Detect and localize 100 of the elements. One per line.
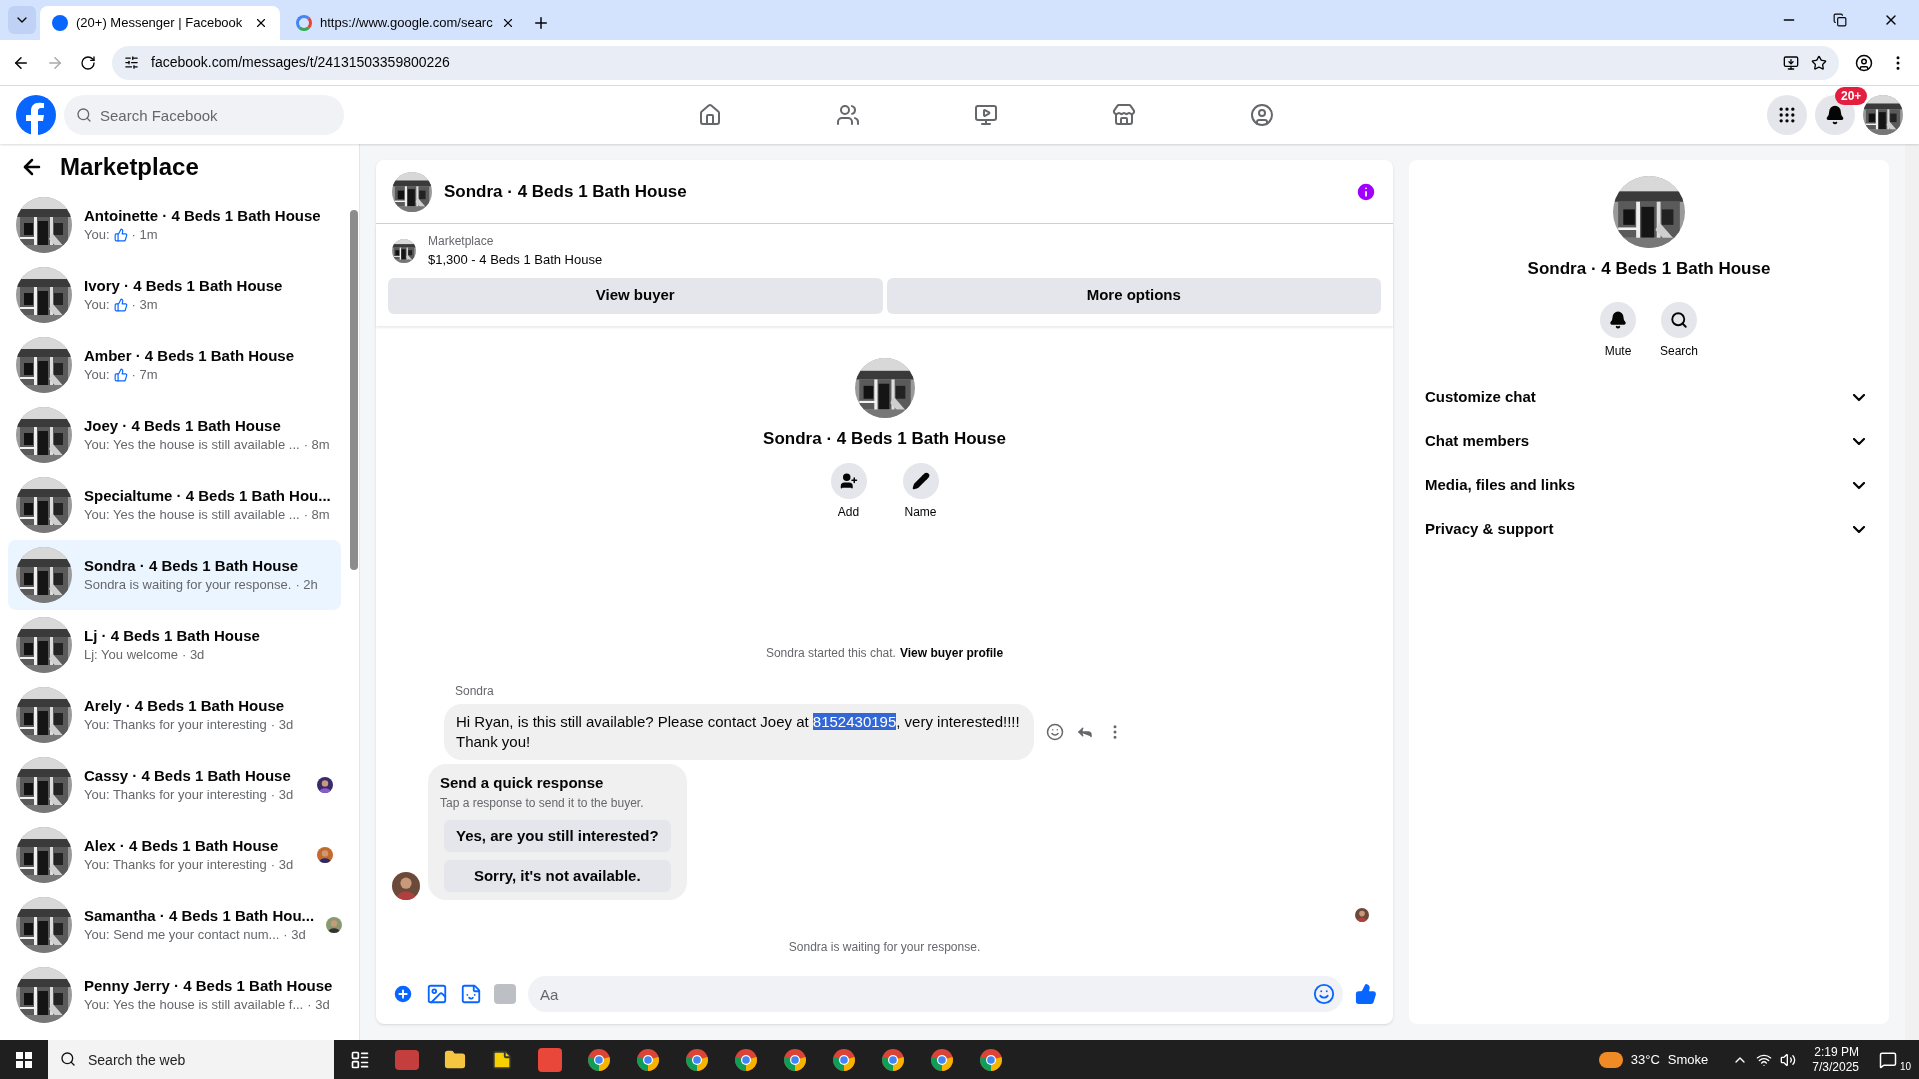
message-preview: You:	[84, 226, 110, 244]
message-time: · 3d	[283, 926, 306, 944]
restore-icon[interactable]	[1833, 13, 1847, 27]
emoji-icon[interactable]	[1313, 983, 1335, 1005]
search-icon	[76, 107, 92, 123]
listing-label: Marketplace	[428, 233, 495, 250]
page-scrollbar[interactable]	[1905, 144, 1919, 1040]
mute-button[interactable]	[1600, 301, 1636, 338]
message-preview: Lj: You welcome	[84, 646, 178, 664]
notification-count: 10	[1899, 1060, 1911, 1072]
listing-action-button[interactable]: More options	[886, 277, 1381, 314]
conversation-name: Penny Jerry · 4 Beds 1 Bath House	[84, 976, 333, 996]
folder-icon[interactable]	[444, 1048, 466, 1071]
taskbar-search-field[interactable]: Search the web	[48, 1040, 334, 1079]
details-name: Sondra · 4 Beds 1 Bath House	[1527, 258, 1771, 280]
add-button[interactable]	[830, 463, 867, 499]
account-button[interactable]	[1863, 95, 1903, 135]
bookmark-icon[interactable]	[1811, 54, 1827, 71]
chrome-icon[interactable]	[979, 1047, 1003, 1072]
message-time: · 7m	[131, 366, 158, 384]
browser-tab[interactable]: (20+) Messenger | Facebook	[40, 6, 280, 40]
chrome-icon[interactable]	[587, 1047, 611, 1072]
message-preview: You: Thanks for your interesting	[84, 856, 267, 874]
store-icon	[1111, 103, 1136, 127]
name-button[interactable]	[902, 463, 939, 499]
address-bar[interactable]: facebook.com/messages/t/24131503359800226	[112, 45, 1839, 80]
details-section-header[interactable]: Customize chat	[1425, 375, 1873, 420]
search-field[interactable]: Search Facebook	[64, 95, 344, 135]
facebook-logo[interactable]	[16, 95, 56, 135]
chrome-icon[interactable]	[734, 1047, 758, 1072]
message-preview: You: Yes the house is still available ...	[84, 436, 300, 454]
message-time: · 3d	[270, 856, 294, 874]
like-icon[interactable]	[1355, 983, 1377, 1005]
details-section-header[interactable]: Privacy & support	[1425, 507, 1873, 552]
chat-title: Sondra · 4 Beds 1 Bath House	[444, 180, 688, 203]
google-icon	[296, 15, 312, 31]
bell-icon	[1609, 310, 1627, 329]
info-icon[interactable]	[1355, 180, 1377, 203]
url-text: facebook.com/messages/t/24131503359800226	[151, 53, 451, 72]
bell-icon	[1825, 105, 1845, 125]
volume-icon[interactable]	[1780, 1051, 1797, 1068]
waiting-status: Sondra is waiting for your response.	[787, 939, 982, 956]
task-view-icon[interactable]	[350, 1049, 370, 1070]
photo-icon[interactable]	[426, 983, 448, 1005]
view-buyer-profile-link[interactable]: View buyer profile	[899, 643, 1004, 662]
quick-response-hint: Tap a response to send it to the buyer.	[440, 795, 645, 812]
quick-response-button[interactable]: Sorry, it's not available.	[444, 860, 671, 892]
conversation-name: Sondra · 4 Beds 1 Bath House	[84, 556, 300, 576]
listing-action-button[interactable]: View buyer	[388, 277, 883, 314]
tab-search-button[interactable]	[8, 6, 36, 34]
notification-badge: 20+	[1835, 87, 1868, 105]
action-label: Search	[1660, 342, 1698, 360]
details-section-header[interactable]: Chat members	[1425, 419, 1873, 464]
chrome-icon[interactable]	[930, 1047, 954, 1072]
tab-title: https://www.google.com/searc	[320, 14, 493, 33]
details-section-header[interactable]: Media, files and links	[1425, 463, 1873, 508]
group-icon	[1249, 103, 1274, 127]
notifications-icon[interactable]	[1879, 1050, 1897, 1069]
chrome-icon[interactable]	[685, 1047, 709, 1072]
message-time: · 3d	[307, 996, 330, 1014]
conversation-name: Cassy · 4 Beds 1 Bath House	[84, 766, 292, 786]
site-info-icon[interactable]	[124, 55, 139, 70]
profile-icon[interactable]	[1855, 53, 1873, 72]
quick-response-button[interactable]: Yes, are you still interested?	[444, 820, 671, 852]
conversation-name: Samantha · 4 Beds 1 Bath Hou...	[84, 906, 315, 926]
message-field[interactable]: Aa	[528, 976, 1343, 1012]
app-icon[interactable]	[538, 1047, 562, 1072]
message-preview: Sondra is waiting for your response.	[84, 576, 292, 594]
chrome-icon[interactable]	[783, 1047, 807, 1072]
quick-response-title: Send a quick response	[440, 772, 605, 793]
message-preview: You: Thanks for your interesting	[84, 786, 267, 804]
sticker-icon[interactable]	[460, 983, 482, 1005]
video-icon	[973, 103, 998, 127]
message-preview: You:	[84, 296, 110, 314]
add-icon[interactable]	[392, 983, 414, 1005]
install-icon[interactable]	[1783, 54, 1799, 71]
add-person-icon	[839, 472, 858, 490]
close-icon[interactable]	[254, 16, 268, 30]
chrome-icon[interactable]	[832, 1047, 856, 1072]
conversation-name: Amber · 4 Beds 1 Bath House	[84, 346, 296, 366]
new-tab-icon[interactable]	[532, 14, 550, 32]
conversation-name: Lj · 4 Beds 1 Bath House	[84, 626, 261, 646]
react-icon[interactable]	[1046, 722, 1064, 741]
conversation-name: Alex · 4 Beds 1 Bath House	[84, 836, 280, 856]
sender-name: Sondra	[455, 682, 495, 700]
message-time: · 3m	[131, 296, 158, 314]
action-label: Name	[904, 504, 937, 521]
menu-button[interactable]	[1767, 95, 1807, 135]
search-button[interactable]	[1661, 301, 1697, 338]
app-icon[interactable]	[395, 1049, 419, 1070]
chrome-icon[interactable]	[881, 1047, 905, 1072]
note-icon[interactable]	[491, 1048, 513, 1071]
conversation-item[interactable]: Sondra · 4 Beds 1 Bath House Sondra is waiting for your response. · 2h	[8, 540, 341, 610]
conversation-name: Arely · 4 Beds 1 Bath House	[84, 696, 286, 716]
reload-icon[interactable]	[80, 54, 96, 71]
chrome-icon[interactable]	[636, 1047, 660, 1072]
home-icon	[697, 103, 722, 127]
message-time: · 3d	[270, 786, 294, 804]
pencil-icon	[911, 472, 930, 490]
browser-tab[interactable]: https://www.google.com/searc	[284, 6, 524, 40]
